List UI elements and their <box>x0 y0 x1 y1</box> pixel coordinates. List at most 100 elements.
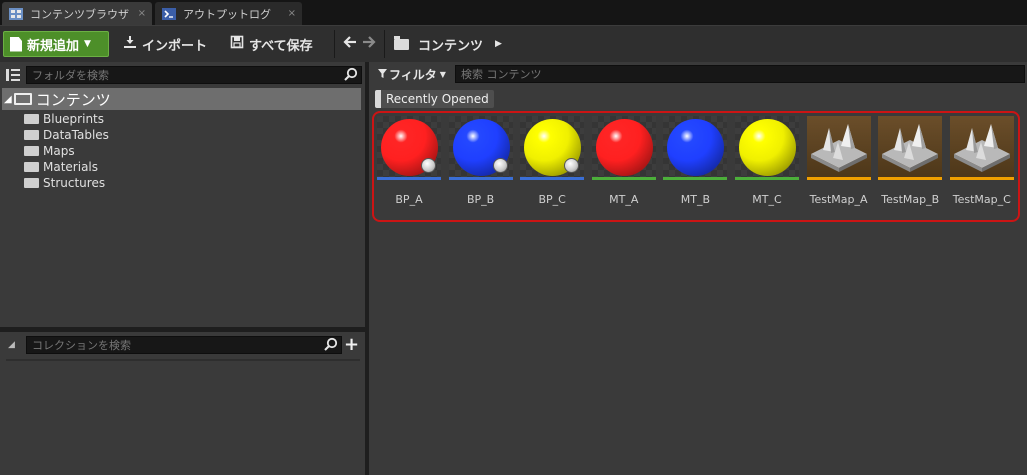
search-icon[interactable] <box>324 337 338 355</box>
collections-header: ◢ コレクションを検索 + <box>0 334 365 360</box>
asset-thumbnail <box>448 116 513 180</box>
asset-thumbnail <box>878 116 943 180</box>
breadcrumb[interactable]: コンテンツ ▶ <box>394 31 502 57</box>
output-log-icon <box>161 7 177 21</box>
tree-item-structures[interactable]: Structures <box>24 175 105 191</box>
asset-thumbnail <box>806 116 871 180</box>
asset-thumbnail <box>663 116 728 180</box>
sphere-icon <box>667 119 725 176</box>
tree-item-label: Structures <box>43 176 106 190</box>
tree-root-label: コンテンツ <box>35 90 111 109</box>
tree-root-content[interactable]: ◢ コンテンツ <box>2 88 361 110</box>
blueprint-badge-icon <box>564 158 580 173</box>
asset-thumbnail <box>520 116 585 180</box>
blueprint-badge-icon <box>421 158 436 173</box>
new-file-icon <box>10 36 22 52</box>
sources-toggle-icon[interactable] <box>6 68 20 86</box>
asset-type-color-bar <box>520 177 585 180</box>
filter-toggle[interactable] <box>375 90 381 108</box>
close-icon[interactable]: × <box>138 8 146 19</box>
content-search-input[interactable]: 検索 コンテンツ <box>455 65 1025 83</box>
folder-icon <box>24 178 39 188</box>
collection-search-placeholder: コレクションを検索 <box>32 339 131 352</box>
asset-tile[interactable]: TestMap_A <box>806 116 871 216</box>
search-icon[interactable] <box>344 67 358 85</box>
add-collection-button[interactable]: + <box>344 334 359 355</box>
asset-tile[interactable]: BP_A <box>377 116 441 216</box>
folder-search-input[interactable]: フォルダを検索 <box>26 66 362 84</box>
toolbar: 新規追加 ▼ インポート すべて保存 コンテンツ ▶ <box>0 25 1027 62</box>
asset-type-color-bar <box>448 177 513 180</box>
asset-tile[interactable]: TestMap_C <box>949 116 1014 216</box>
tree-item-datatables[interactable]: DataTables <box>24 127 109 143</box>
asset-tile[interactable]: BP_C <box>520 116 585 216</box>
sphere-icon <box>739 119 796 176</box>
collapse-arrow-icon[interactable]: ◢ <box>8 340 15 350</box>
recently-opened-filter-chip[interactable]: Recently Opened <box>375 90 494 108</box>
panel-splitter[interactable] <box>0 327 365 332</box>
asset-label: TestMap_A <box>809 193 868 206</box>
tree-item-blueprints[interactable]: Blueprints <box>24 111 104 127</box>
forward-arrow-icon[interactable] <box>362 35 376 53</box>
asset-type-color-bar <box>949 177 1014 180</box>
blueprint-badge-icon <box>492 158 508 173</box>
import-button[interactable]: インポート <box>123 31 207 57</box>
asset-tile[interactable]: MT_B <box>663 116 728 216</box>
asset-tile[interactable]: MT_A <box>591 116 656 216</box>
map-terrain-icon <box>810 124 867 172</box>
chip-label: Recently Opened <box>386 92 489 106</box>
asset-label: MT_B <box>680 193 711 206</box>
folder-open-icon <box>394 35 409 50</box>
divider <box>384 30 385 58</box>
tree-item-label: Blueprints <box>43 112 105 126</box>
content-browser-icon <box>8 7 24 21</box>
asset-type-color-bar <box>806 177 871 180</box>
filter-icon <box>378 67 387 81</box>
asset-label: BP_B <box>466 193 495 206</box>
tree-item-label: DataTables <box>43 128 109 142</box>
asset-tile[interactable]: MT_C <box>735 116 799 216</box>
asset-label: BP_A <box>395 193 423 206</box>
collection-search-input[interactable]: コレクションを検索 <box>26 336 342 354</box>
folder-open-icon <box>13 93 32 105</box>
chevron-right-icon[interactable]: ▶ <box>495 39 502 49</box>
filter-label: フィルタ <box>389 67 437 82</box>
map-terrain-icon <box>882 124 939 172</box>
tree-item-label: Maps <box>43 144 75 158</box>
tree-item-materials[interactable]: Materials <box>24 159 98 175</box>
tree-item-label: Materials <box>43 160 99 174</box>
tab-output-log[interactable]: アウトプットログ × <box>155 2 302 25</box>
chevron-down-icon: ▼ <box>84 39 91 49</box>
asset-label: TestMap_B <box>881 193 940 206</box>
map-terrain-icon <box>953 124 1010 172</box>
divider <box>334 30 335 58</box>
breadcrumb-root: コンテンツ <box>418 38 484 54</box>
tab-content-browser[interactable]: コンテンツブラウザ × <box>2 2 152 25</box>
folder-icon <box>24 130 39 140</box>
asset-label: MT_A <box>609 193 639 206</box>
save-all-button[interactable]: すべて保存 <box>230 31 313 57</box>
filter-button[interactable]: フィルタ ▼ <box>378 66 446 82</box>
tab-label: アウトプットログ <box>183 7 271 21</box>
folder-icon <box>24 146 39 156</box>
folder-search-placeholder: フォルダを検索 <box>32 69 109 82</box>
add-new-button[interactable]: 新規追加 ▼ <box>3 31 109 57</box>
add-new-label: 新規追加 <box>27 38 80 54</box>
asset-tile[interactable]: TestMap_B <box>878 116 943 216</box>
back-arrow-icon[interactable] <box>343 35 357 53</box>
asset-thumbnail <box>735 116 799 180</box>
asset-label: MT_C <box>752 193 782 206</box>
asset-type-color-bar <box>377 177 441 180</box>
asset-label: BP_C <box>538 193 566 206</box>
expand-arrow-icon[interactable]: ◢ <box>4 94 12 105</box>
close-icon[interactable]: × <box>288 8 296 19</box>
asset-view: フィルタ ▼ 検索 コンテンツ Recently Opened BP_A BP_B… <box>369 62 1027 475</box>
asset-type-color-bar <box>663 177 728 180</box>
asset-tile[interactable]: BP_B <box>448 116 513 216</box>
asset-type-color-bar <box>591 177 656 180</box>
asset-thumbnail <box>949 116 1014 180</box>
import-icon <box>123 35 137 53</box>
folder-icon <box>24 162 39 172</box>
asset-thumbnail <box>591 116 656 180</box>
tree-item-maps[interactable]: Maps <box>24 143 75 159</box>
